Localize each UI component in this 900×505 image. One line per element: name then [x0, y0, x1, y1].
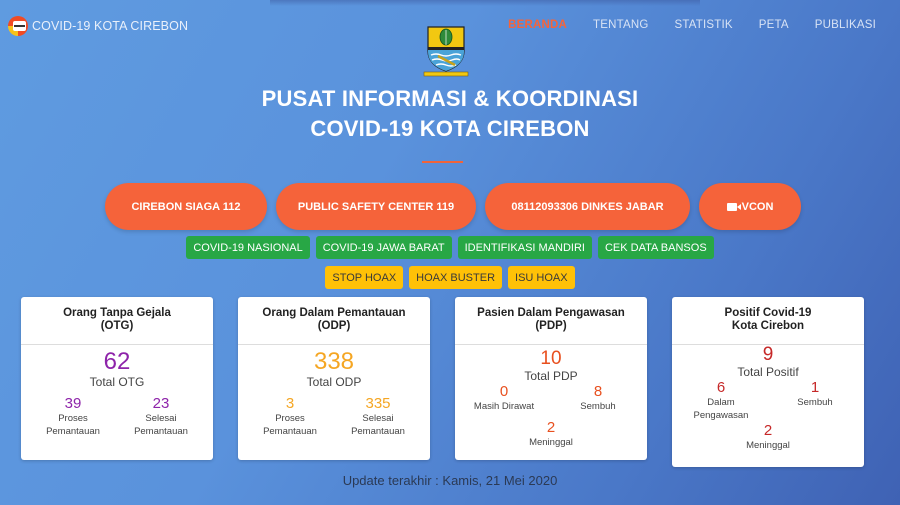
hotline-label: PUBLIC SAFETY CENTER 119 [297, 200, 455, 213]
nav-beranda[interactable]: BERANDA [508, 19, 567, 31]
total-value: 9 [762, 344, 774, 365]
card-title: Positif Covid-19 [724, 307, 812, 319]
card-positif: Positif Covid-19 Kota Cirebon 9 Total Po… [672, 297, 864, 467]
total-label: Total ODP [306, 375, 362, 389]
title-line-1: PUSAT INFORMASI & KOORDINASI [261, 86, 639, 111]
card-subtitle: (OTG) [100, 320, 134, 332]
card-odp: Orang Dalam Pemantauan (ODP) 338 Total O… [238, 297, 430, 460]
stat-value: 1 [810, 379, 820, 396]
vcon-button[interactable]: VCON [699, 183, 801, 230]
stat-label: Meninggal [746, 440, 790, 451]
stats-cards: Orang Tanpa Gejala (OTG) 62 Total OTG 39… [21, 297, 864, 467]
link-covid-nasional[interactable]: COVID-19 NASIONAL [186, 236, 310, 259]
hoax-links: STOP HOAX HOAX BUSTER ISU HOAX [0, 266, 900, 289]
main-nav: BERANDA TENTANG STATISTIK PETA PUBLIKASI [508, 19, 876, 31]
hotline-cirebon-siaga-button[interactable]: CIREBON SIAGA 112 [105, 183, 267, 230]
total-label: Total OTG [89, 375, 145, 389]
brand-text: COVID-19 KOTA CIREBON [32, 19, 189, 33]
card-header: Orang Dalam Pemantauan (ODP) [238, 297, 430, 345]
stat-label: Meninggal [529, 437, 573, 448]
card-header: Orang Tanpa Gejala (OTG) [21, 297, 213, 345]
nav-tentang[interactable]: TENTANG [593, 19, 649, 31]
stat-label: Proses Pemantauan [46, 413, 100, 437]
info-links: COVID-19 NASIONAL COVID-19 JAWA BARAT ID… [0, 236, 900, 259]
video-camera-icon [726, 202, 741, 211]
card-title: Orang Dalam Pemantauan [262, 307, 406, 319]
link-cek-data-bansos[interactable]: CEK DATA BANSOS [597, 236, 714, 259]
card-header: Positif Covid-19 Kota Cirebon [672, 297, 864, 345]
stat-label: Selesai Pemantauan [351, 413, 405, 437]
stat-label: Dalam Pengawasan [693, 397, 749, 421]
link-stop-hoax[interactable]: STOP HOAX [325, 266, 404, 289]
card-subtitle: Kota Cirebon [731, 320, 805, 332]
top-shadow [270, 0, 700, 6]
link-covid-jabar[interactable]: COVID-19 JAWA BARAT [315, 236, 452, 259]
stat-value: 2 [763, 422, 773, 439]
stat-label: Proses Pemantauan [263, 413, 317, 437]
card-subtitle: (PDP) [535, 320, 567, 332]
stat-value: 335 [365, 395, 391, 412]
title-line-2: COVID-19 KOTA CIREBON [310, 116, 590, 141]
stat-value: 3 [285, 395, 295, 412]
hotline-label: VCON [741, 200, 774, 213]
nav-publikasi[interactable]: PUBLIKASI [815, 19, 876, 31]
nav-peta[interactable]: PETA [759, 19, 789, 31]
link-hoax-buster[interactable]: HOAX BUSTER [409, 266, 503, 289]
card-pdp: Pasien Dalam Pengawasan (PDP) 10 Total P… [455, 297, 647, 460]
last-update-text: Update terakhir : Kamis, 21 Mei 2020 [342, 473, 558, 488]
stat-value: 6 [716, 379, 726, 396]
card-title: Orang Tanpa Gejala [63, 307, 171, 319]
hotline-psc-button[interactable]: PUBLIC SAFETY CENTER 119 [276, 183, 476, 230]
page-title: PUSAT INFORMASI & KOORDINASI COVID-19 KO… [0, 84, 900, 144]
link-identifikasi-mandiri[interactable]: IDENTIFIKASI MANDIRI [457, 236, 592, 259]
stat-label: Sembuh [580, 401, 616, 412]
nav-statistik[interactable]: STATISTIK [675, 19, 733, 31]
stat-value: 0 [499, 383, 509, 400]
card-header: Pasien Dalam Pengawasan (PDP) [455, 297, 647, 345]
hotline-dinkes-button[interactable]: 08112093306 DINKES JABAR [485, 183, 690, 230]
stat-value: 39 [64, 395, 82, 412]
total-value: 10 [540, 348, 562, 369]
card-subtitle: (ODP) [317, 320, 351, 332]
card-title: Pasien Dalam Pengawasan [477, 307, 625, 319]
card-otg: Orang Tanpa Gejala (OTG) 62 Total OTG 39… [21, 297, 213, 460]
hotline-label: CIREBON SIAGA 112 [131, 200, 241, 213]
hotline-buttons: CIREBON SIAGA 112 PUBLIC SAFETY CENTER 1… [0, 183, 900, 230]
brand-link[interactable]: COVID-19 KOTA CIREBON [8, 16, 188, 36]
total-label: Total Positif [737, 365, 799, 379]
stat-label: Sembuh [797, 397, 833, 408]
city-crest-icon [423, 26, 469, 77]
total-label: Total PDP [524, 369, 578, 383]
total-value: 338 [313, 348, 355, 375]
title-divider [422, 161, 463, 163]
link-isu-hoax[interactable]: ISU HOAX [508, 266, 575, 289]
total-value: 62 [103, 348, 131, 375]
stat-value: 8 [593, 383, 603, 400]
hotline-label: 08112093306 DINKES JABAR [511, 200, 664, 213]
brand-logo-icon [8, 16, 28, 36]
stat-label: Selesai Pemantauan [134, 413, 188, 437]
stat-label: Masih Dirawat [473, 401, 535, 412]
stat-value: 23 [152, 395, 170, 412]
stat-value: 2 [546, 419, 556, 436]
